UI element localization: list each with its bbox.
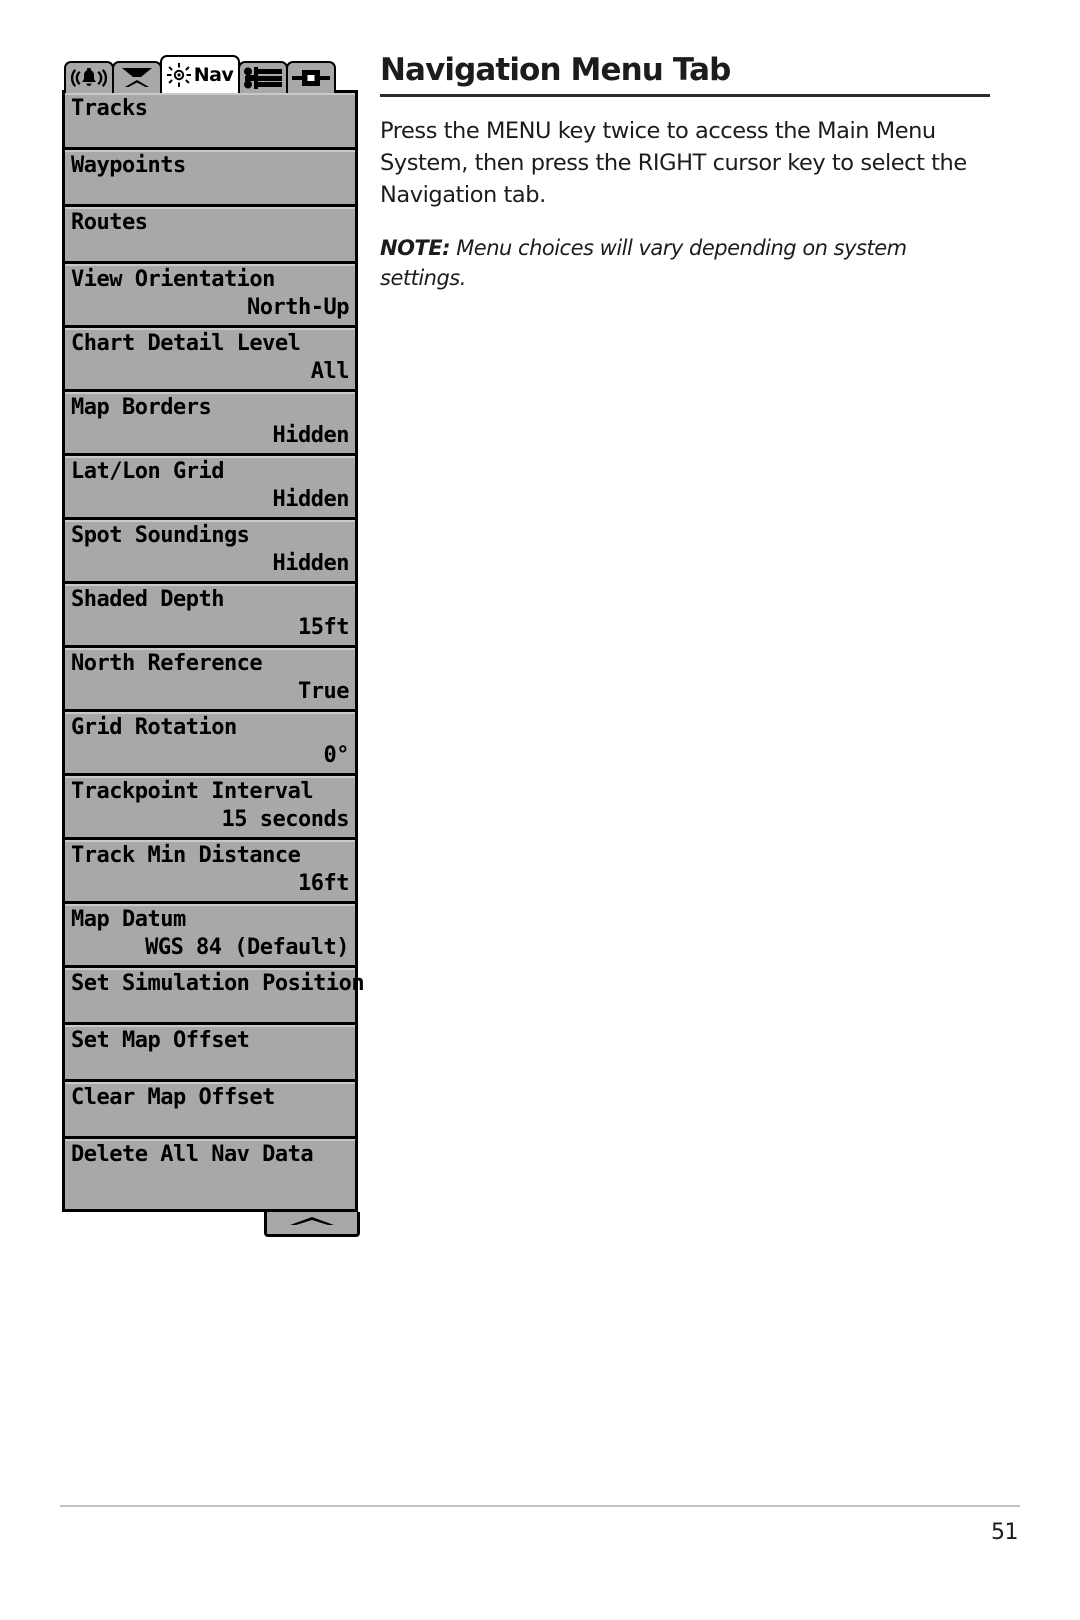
menu-item-value: 16ft: [298, 871, 349, 896]
menu-item-label: Waypoints: [71, 153, 186, 178]
menu-item-value: WGS 84 (Default): [145, 935, 349, 960]
menu-item[interactable]: View Orientation North-Up: [65, 264, 355, 328]
menu-item[interactable]: Clear Map Offset: [65, 1082, 355, 1139]
sonar-transducer-icon: [120, 66, 154, 90]
navigation-menu-list: Tracks Waypoints Routes View Orientation Nor…: [62, 90, 365, 1212]
alarm-bell-icon: [69, 67, 109, 89]
setup-sliders-icon: [243, 67, 283, 89]
page-title: Navigation Menu Tab: [380, 52, 731, 88]
menu-item[interactable]: Shaded Depth 15ft: [65, 584, 355, 648]
menu-item-label: Delete All Nav Data: [71, 1142, 314, 1167]
heading-divider: [380, 94, 990, 97]
menu-item-value: Hidden: [272, 423, 350, 448]
menu-item-label: Map Borders: [71, 395, 212, 420]
menu-item-value: North-Up: [247, 295, 349, 320]
menu-item[interactable]: Lat/Lon Grid Hidden: [65, 456, 355, 520]
menu-item-value: Hidden: [272, 487, 350, 512]
menu-item[interactable]: Grid Rotation 0°: [65, 712, 355, 776]
nav-compass-icon: [166, 63, 191, 87]
menu-item[interactable]: Map Borders Hidden: [65, 392, 355, 456]
menu-tab-strip: Nav: [64, 55, 358, 93]
menu-item-label: Lat/Lon Grid: [71, 459, 224, 484]
accessory-icon: [292, 68, 330, 88]
menu-item-label: Routes: [71, 210, 148, 235]
menu-item[interactable]: Chart Detail Level All: [65, 328, 355, 392]
tab-setup[interactable]: [238, 61, 288, 93]
tab-navigation[interactable]: Nav: [160, 55, 240, 93]
menu-item-label: Tracks: [71, 96, 148, 121]
content-column: Navigation Menu Tab Press the MENU key t…: [380, 52, 990, 293]
menu-item[interactable]: Routes: [65, 207, 355, 264]
menu-item-label: Set Simulation Position: [71, 971, 365, 996]
menu-item-label: Spot Soundings: [71, 523, 250, 548]
instruction-paragraph: Press the MENU key twice to access the M…: [380, 118, 967, 208]
page-number: 51: [991, 1520, 1019, 1545]
note-paragraph: NOTE: Menu choices will vary depending o…: [380, 233, 990, 293]
menu-item[interactable]: North Reference True: [65, 648, 355, 712]
manual-page: Nav Tracks Waypoints Routes View Orienta…: [0, 0, 1080, 1620]
menu-item-value: 15ft: [298, 615, 349, 640]
menu-item-label: View Orientation: [71, 267, 275, 292]
menu-item-value: 15 seconds: [221, 807, 350, 832]
menu-item-label: Chart Detail Level: [71, 331, 301, 356]
note-text: Menu choices will vary depending on syst…: [380, 236, 907, 290]
menu-item[interactable]: Delete All Nav Data: [65, 1139, 355, 1209]
menu-item-label: Set Map Offset: [71, 1028, 250, 1053]
menu-item-label: Clear Map Offset: [71, 1085, 275, 1110]
menu-item-label: Track Min Distance: [71, 843, 301, 868]
menu-item-label: Shaded Depth: [71, 587, 224, 612]
menu-item-label: Trackpoint Interval: [71, 779, 314, 804]
menu-item[interactable]: Map Datum WGS 84 (Default): [65, 904, 355, 968]
tab-alarms[interactable]: [64, 61, 114, 93]
menu-item[interactable]: Set Simulation Position: [65, 968, 365, 1025]
menu-item-label: Map Datum: [71, 907, 186, 932]
menu-item[interactable]: Set Map Offset: [65, 1025, 355, 1082]
tab-accessories[interactable]: [286, 61, 336, 93]
menu-item-value: 0°: [323, 743, 350, 768]
tab-sonar[interactable]: [112, 61, 162, 93]
menu-scroll-indicator[interactable]: [264, 1212, 360, 1237]
menu-item-label: Grid Rotation: [71, 715, 237, 740]
footer-divider: [60, 1505, 1020, 1507]
menu-item[interactable]: Waypoints: [65, 150, 355, 207]
menu-item-value: All: [310, 359, 350, 384]
navigation-menu-screenshot: Nav Tracks Waypoints Routes View Orienta…: [62, 55, 365, 1237]
menu-item-value: True: [298, 679, 349, 704]
menu-item[interactable]: Trackpoint Interval 15 seconds: [65, 776, 355, 840]
menu-item-label: North Reference: [71, 651, 263, 676]
note-label: NOTE:: [380, 236, 451, 260]
menu-item[interactable]: Track Min Distance 16ft: [65, 840, 355, 904]
tab-navigation-label: Nav: [193, 63, 234, 86]
menu-item[interactable]: Tracks: [65, 93, 355, 150]
menu-item[interactable]: Spot Soundings Hidden: [65, 520, 355, 584]
menu-item-value: Hidden: [272, 551, 350, 576]
scroll-up-arrow-icon: [288, 1214, 336, 1232]
